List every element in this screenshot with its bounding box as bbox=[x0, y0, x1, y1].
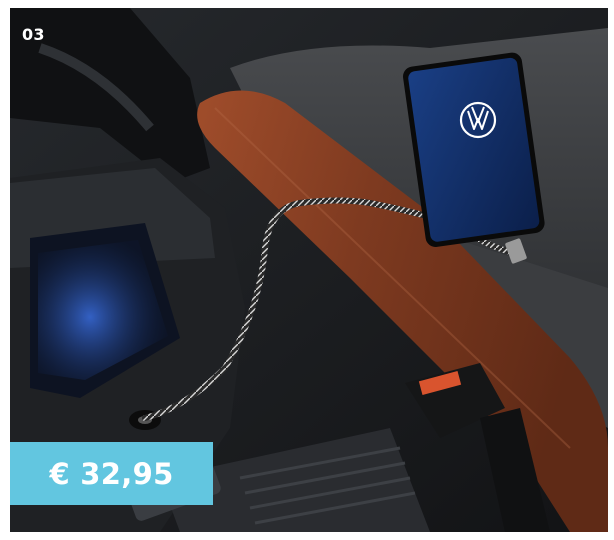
price-badge: € 32,95 bbox=[10, 442, 213, 505]
price-label: € 32,95 bbox=[49, 456, 174, 491]
product-card: 03 € 32,95 bbox=[10, 8, 608, 532]
item-number: 03 bbox=[22, 25, 45, 44]
